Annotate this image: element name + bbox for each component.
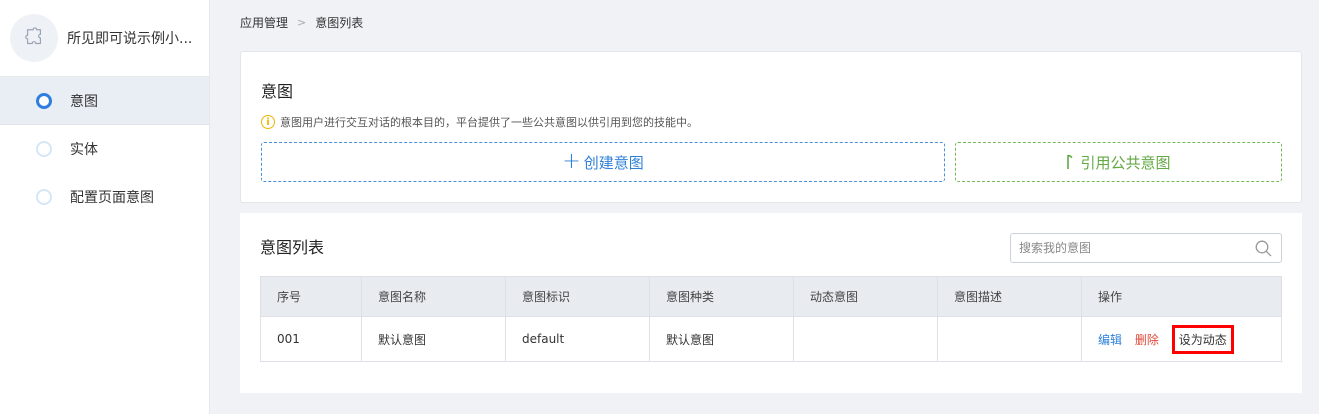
breadcrumb-parent[interactable]: 应用管理 xyxy=(240,14,288,31)
create-intent-label: 创建意图 xyxy=(583,153,644,172)
reference-public-intent-label: 引用公共意图 xyxy=(1080,153,1171,172)
sidebar: 所见即可说示例小... 意图 实体 配置页面意图 xyxy=(0,0,210,414)
create-intent-button[interactable]: + 创建意图 xyxy=(261,142,945,182)
breadcrumb-current: 意图列表 xyxy=(315,16,364,30)
column-header: 动态意图 xyxy=(793,276,938,317)
breadcrumb-separator: > xyxy=(297,16,307,29)
cell-description xyxy=(937,316,1082,362)
flag-icon xyxy=(1067,154,1074,169)
intent-list-title: 意图列表 xyxy=(260,238,325,257)
cell-identifier: default xyxy=(505,316,650,362)
radio-dot-icon xyxy=(36,141,52,157)
column-header: 意图种类 xyxy=(649,276,794,317)
main-content: 应用管理 > 意图列表 意图 i 意图用户进行交互对话的根本目的，平台提供了一些… xyxy=(210,0,1319,414)
intent-tip: i 意图用户进行交互对话的根本目的，平台提供了一些公共意图以供引用到您的技能中。 xyxy=(261,114,698,130)
sidebar-item-entity[interactable]: 实体 xyxy=(0,125,209,173)
intent-card-title: 意图 xyxy=(261,82,294,101)
intent-card: 意图 i 意图用户进行交互对话的根本目的，平台提供了一些公共意图以供引用到您的技… xyxy=(240,51,1302,203)
edit-link[interactable]: 编辑 xyxy=(1098,333,1122,347)
set-dynamic-link[interactable]: 设为动态 xyxy=(1171,324,1234,354)
search-input[interactable] xyxy=(1011,234,1241,262)
radio-dot-icon xyxy=(36,189,52,205)
cell-name: 默认意图 xyxy=(361,316,506,362)
search-box[interactable] xyxy=(1010,233,1282,263)
sidebar-item-label: 意图 xyxy=(70,93,98,110)
info-icon: i xyxy=(261,115,275,129)
radio-dot-icon xyxy=(36,92,52,109)
column-header: 意图名称 xyxy=(361,276,506,317)
table-header-row: 序号 意图名称 意图标识 意图种类 动态意图 意图描述 操作 xyxy=(260,276,1282,317)
column-header: 意图描述 xyxy=(937,276,1082,317)
sidebar-item-label: 实体 xyxy=(70,142,98,158)
column-header: 序号 xyxy=(260,276,362,317)
intent-table: 序号 意图名称 意图标识 意图种类 动态意图 意图描述 操作 001 默认意图 … xyxy=(260,276,1282,362)
sidebar-item-label: 配置页面意图 xyxy=(70,190,154,206)
app-name: 所见即可说示例小... xyxy=(67,31,193,47)
column-header: 意图标识 xyxy=(505,276,650,317)
breadcrumb: 应用管理 > 意图列表 xyxy=(240,14,363,31)
plus-icon: + xyxy=(562,149,581,174)
reference-public-intent-button[interactable]: 引用公共意图 xyxy=(955,142,1282,182)
app-avatar xyxy=(10,14,58,62)
sidebar-item-intent[interactable]: 意图 xyxy=(0,77,209,125)
cell-kind: 默认意图 xyxy=(649,316,794,362)
sidebar-item-page-intent[interactable]: 配置页面意图 xyxy=(0,173,209,221)
cell-dynamic xyxy=(793,316,938,362)
search-icon[interactable] xyxy=(1255,240,1272,257)
intent-tip-text: 意图用户进行交互对话的根本目的，平台提供了一些公共意图以供引用到您的技能中。 xyxy=(280,116,698,129)
cell-index: 001 xyxy=(260,316,362,362)
cell-actions: 编辑 删除 设为动态 xyxy=(1081,316,1282,362)
column-header: 操作 xyxy=(1081,276,1282,317)
delete-link[interactable]: 删除 xyxy=(1135,333,1159,347)
table-row: 001 默认意图 default 默认意图 编辑 删除 设为动态 xyxy=(260,316,1282,362)
intent-list-card: 意图列表 序号 意图名称 意图标识 意图种类 动态意图 意图描述 操作 xyxy=(240,213,1302,393)
puzzle-icon xyxy=(25,27,42,45)
app-header[interactable]: 所见即可说示例小... xyxy=(0,0,209,77)
